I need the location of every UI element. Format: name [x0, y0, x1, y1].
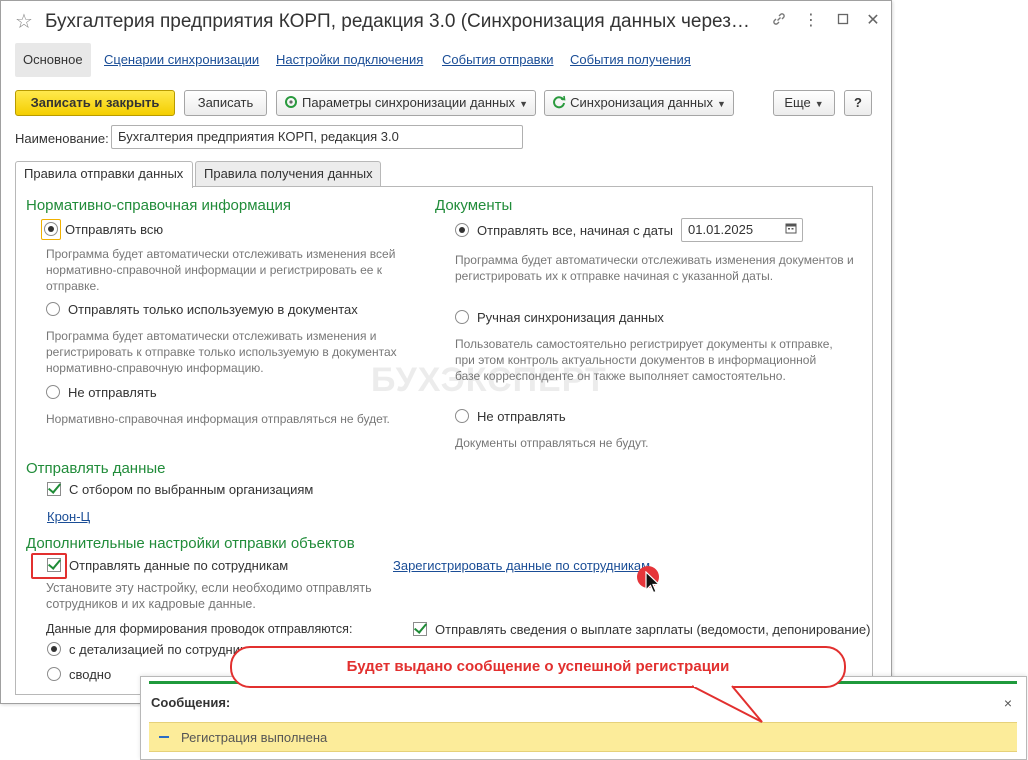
checkbox-checked-icon — [47, 558, 61, 572]
extra-settings-heading: Дополнительные настройки отправки объект… — [26, 535, 355, 552]
save-and-close-button[interactable]: Записать и закрыть — [15, 90, 175, 116]
tab-connection-settings[interactable]: Настройки подключения — [276, 43, 423, 77]
postings-option-detail[interactable]: с детализацией по сотрудникам — [47, 642, 262, 657]
employees-label: Отправлять данные по сотрудникам — [69, 558, 289, 573]
nsi-option-all-label: Отправлять всю — [65, 222, 164, 237]
org-filter-label: С отбором по выбранным организациям — [69, 482, 314, 497]
message-marker-icon — [159, 736, 169, 738]
sync-data-button[interactable]: Синхронизация данных ▼ — [544, 90, 734, 116]
link-icon[interactable] — [769, 11, 789, 31]
annotation-callout: Будет выдано сообщение о успешной регист… — [230, 646, 846, 688]
focus-frame — [41, 219, 61, 240]
radio-selected-icon — [455, 223, 469, 237]
radio-icon — [455, 409, 469, 423]
radio-selected-icon — [44, 222, 58, 236]
more-label: Еще — [784, 95, 811, 110]
message-row[interactable]: Регистрация выполнена — [149, 722, 1017, 752]
radio-icon — [46, 385, 60, 399]
org-link[interactable]: Крон-Ц — [47, 509, 90, 524]
tab-sync-scenarios[interactable]: Сценарии синхронизации — [104, 43, 259, 77]
nsi-option-all[interactable]: Отправлять всю — [41, 219, 164, 240]
callout-pointer — [691, 684, 763, 723]
dropdown-arrow-icon: ▼ — [519, 99, 528, 109]
postings-option-summary[interactable]: сводно — [47, 667, 111, 682]
docs-option-manual-desc: Пользователь самостоятельно регистрирует… — [455, 337, 833, 383]
docs-option-none-label: Не отправлять — [477, 409, 566, 424]
docs-heading: Документы — [435, 197, 513, 214]
name-input[interactable]: Бухгалтерия предприятия КОРП, редакция 3… — [111, 125, 523, 149]
employees-checkbox[interactable]: Отправлять данные по сотрудникам — [47, 558, 288, 573]
docs-option-from-date-desc: Программа будет автоматически отслеживат… — [455, 253, 854, 283]
nsi-option-none-label: Не отправлять — [68, 385, 157, 400]
tab-receive-rules[interactable]: Правила получения данных — [195, 161, 381, 187]
maximize-icon[interactable] — [833, 11, 853, 31]
nsi-option-all-desc: Программа будет автоматически отслеживат… — [46, 247, 396, 293]
checkbox-checked-icon — [413, 622, 427, 636]
sync-icon — [553, 95, 566, 109]
radio-icon — [46, 302, 60, 316]
more-button[interactable]: Еще ▼ — [773, 90, 835, 116]
docs-date-value: 01.01.2025 — [688, 222, 754, 237]
mouse-cursor-icon — [645, 571, 661, 594]
docs-option-none[interactable]: Не отправлять — [455, 409, 566, 424]
radio-icon — [455, 310, 469, 324]
postings-label: Данные для формирования проводок отправл… — [46, 622, 353, 636]
name-label: Наименование: — [15, 131, 109, 146]
salary-checkbox[interactable]: Отправлять сведения о выплате зарплаты (… — [413, 622, 870, 637]
docs-option-from-date-label: Отправлять все, начиная с даты — [477, 223, 674, 238]
nsi-option-none[interactable]: Не отправлять — [46, 385, 157, 400]
message-text: Регистрация выполнена — [181, 730, 328, 745]
messages-close-icon[interactable]: × — [1004, 695, 1012, 711]
employees-desc: Установите эту настройку, если необходим… — [46, 581, 372, 611]
checkbox-checked-icon — [47, 482, 61, 496]
postings-option-summary-label: сводно — [69, 667, 112, 682]
title-bar: ☆ Бухгалтерия предприятия КОРП, редакция… — [1, 1, 891, 43]
dropdown-arrow-icon: ▼ — [814, 99, 824, 109]
radio-selected-icon — [47, 642, 61, 656]
radio-icon — [47, 667, 61, 681]
docs-option-from-date[interactable]: Отправлять все, начиная с даты — [455, 223, 673, 238]
tab-send-rules[interactable]: Правила отправки данных — [15, 161, 193, 188]
main-window: ☆ Бухгалтерия предприятия КОРП, редакция… — [0, 0, 892, 704]
messages-panel: Сообщения: × Регистрация выполнена — [140, 676, 1027, 760]
tab-receive-events[interactable]: События получения — [570, 43, 691, 77]
nsi-option-used-desc: Программа будет автоматически отслеживат… — [46, 329, 397, 375]
help-button[interactable]: ? — [844, 90, 872, 116]
calendar-icon[interactable] — [783, 222, 799, 238]
window-title: Бухгалтерия предприятия КОРП, редакция 3… — [45, 11, 750, 32]
salary-label: Отправлять сведения о выплате зарплаты (… — [435, 622, 871, 637]
tab-send-events[interactable]: События отправки — [442, 43, 554, 77]
sync-settings-icon — [285, 96, 298, 108]
sync-params-button[interactable]: Параметры синхронизации данных ▼ — [276, 90, 536, 116]
close-icon[interactable]: ✕ — [863, 11, 883, 31]
messages-title: Сообщения: — [151, 695, 231, 710]
tab-main[interactable]: Основное — [15, 43, 91, 77]
save-button[interactable]: Записать — [184, 90, 267, 116]
nsi-heading: Нормативно-справочная информация — [26, 197, 291, 214]
docs-option-manual[interactable]: Ручная синхронизация данных — [455, 310, 664, 325]
docs-option-manual-label: Ручная синхронизация данных — [477, 310, 664, 325]
docs-date-input[interactable]: 01.01.2025 — [681, 218, 803, 242]
nsi-option-none-desc: Нормативно-справочная информация отправл… — [46, 412, 390, 426]
dropdown-arrow-icon: ▼ — [716, 99, 726, 109]
register-employees-link[interactable]: Зарегистрировать данные по сотрудникам — [393, 558, 650, 573]
favorite-star-icon[interactable]: ☆ — [15, 9, 33, 34]
sync-params-label: Параметры синхронизации данных — [302, 95, 516, 110]
nsi-option-used-label: Отправлять только используемую в докумен… — [68, 302, 358, 317]
org-filter-checkbox[interactable]: С отбором по выбранным организациям — [47, 482, 313, 497]
sync-data-label: Синхронизация данных — [570, 95, 713, 110]
more-dots-icon[interactable]: ⋮ — [801, 11, 821, 31]
nsi-option-used[interactable]: Отправлять только используемую в докумен… — [46, 302, 358, 317]
docs-option-none-desc: Документы отправляться не будут. — [455, 436, 649, 450]
send-data-heading: Отправлять данные — [26, 460, 166, 477]
